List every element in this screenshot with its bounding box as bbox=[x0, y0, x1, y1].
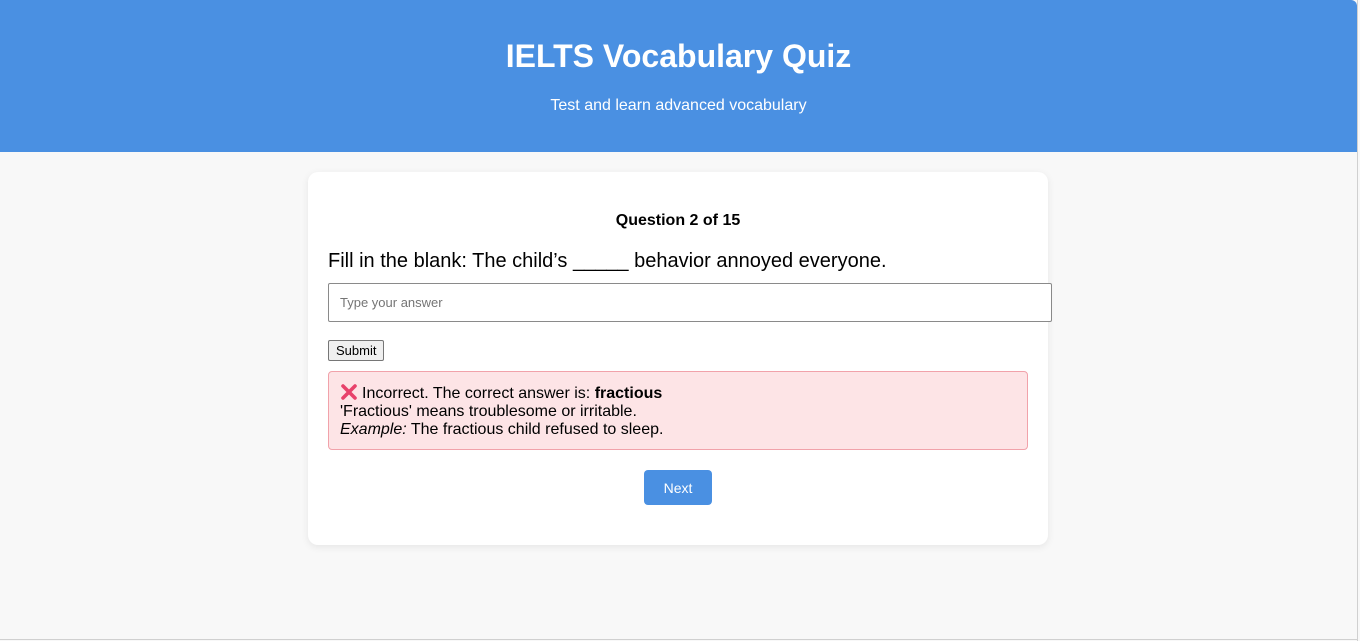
page-header: IELTS Vocabulary Quiz Test and learn adv… bbox=[0, 0, 1357, 152]
cross-mark-icon bbox=[341, 384, 357, 400]
window-edge bbox=[1357, 0, 1358, 641]
example-text: The fractious child refused to sleep. bbox=[410, 421, 664, 438]
answer-input[interactable] bbox=[328, 283, 1052, 322]
next-button[interactable]: Next bbox=[644, 470, 712, 505]
definition-text: 'Fractious' means troublesome or irritab… bbox=[340, 403, 637, 420]
example-line: Example: The fractious child refused to … bbox=[340, 421, 1016, 439]
example-label: Example: bbox=[340, 421, 407, 438]
feedback-result-line: Incorrect. The correct answer is: fracti… bbox=[340, 383, 1016, 403]
correct-answer: fractious bbox=[594, 385, 663, 402]
incorrect-message: Incorrect. The correct answer is: bbox=[362, 385, 591, 402]
submit-button[interactable]: Submit bbox=[328, 340, 385, 361]
question-counter: Question 2 of 15 bbox=[615, 212, 741, 229]
question-text: Fill in the blank: The child’s _____ beh… bbox=[328, 250, 887, 272]
quiz-card: Question 2 of 15 Fill in the blank: The … bbox=[308, 172, 1052, 545]
app-title: IELTS Vocabulary Quiz bbox=[505, 38, 852, 74]
feedback-box: Incorrect. The correct answer is: fracti… bbox=[328, 371, 1028, 450]
window-edge bbox=[0, 639, 1358, 640]
app-subtitle: Test and learn advanced vocabulary bbox=[550, 97, 807, 114]
